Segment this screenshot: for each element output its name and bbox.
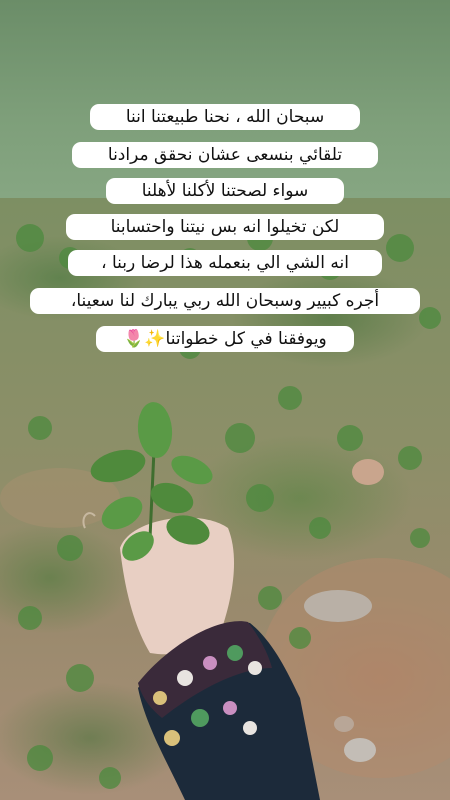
caption-line-7: ويوفقنا في كل خطواتنا✨🌷 <box>96 326 354 352</box>
caption-line-1: سبحان الله ، نحنا طبيعتنا اننا <box>90 104 360 130</box>
caption-line-4: لكن تخيلوا انه بس نيتنا واحتسابنا <box>66 214 384 240</box>
rock <box>344 738 376 762</box>
rock <box>352 459 384 485</box>
rock <box>304 590 372 622</box>
caption-line-3: سواء لصحتنا لأكلنا لأهلنا <box>106 178 344 204</box>
rock <box>334 716 354 732</box>
caption-line-2: تلقائي بنسعى عشان نحقق مرادنا <box>72 142 378 168</box>
top-green-band <box>0 0 450 198</box>
caption-line-6: أجره كبيير وسبحان الله ربي يبارك لنا سعي… <box>30 288 420 314</box>
caption-line-5: انه الشي الي بنعمله هذا لرضا ربنا ، <box>68 250 382 276</box>
